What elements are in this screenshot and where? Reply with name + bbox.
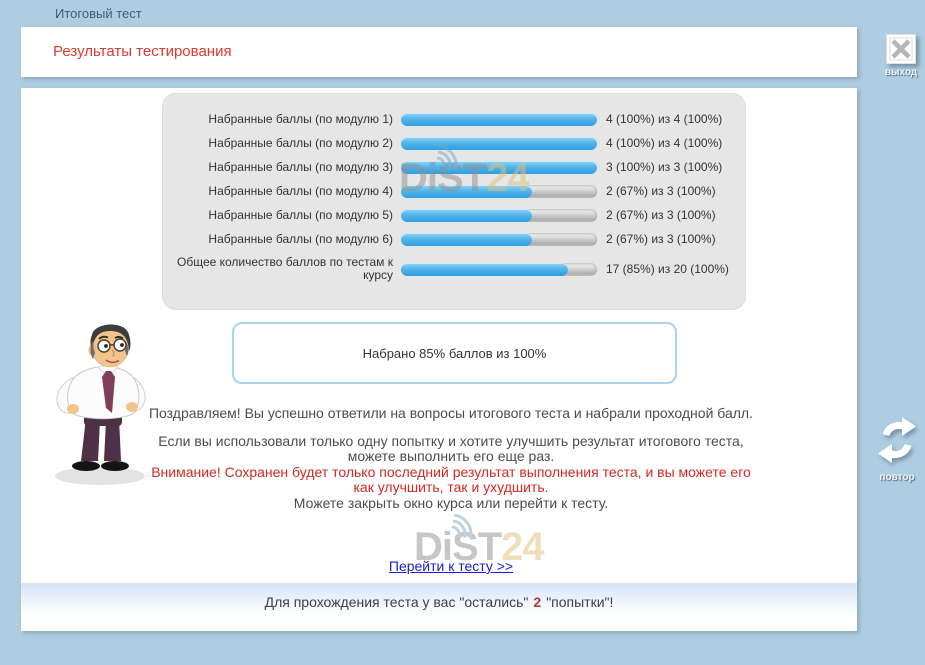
page-title: Результаты тестирования [53, 43, 232, 60]
repeat-button[interactable]: повтор [866, 416, 925, 483]
progress-bar-fill [401, 263, 568, 276]
warning-text: Внимание! Сохранен будет только последни… [141, 465, 761, 496]
result-row: Набранные баллы (по модулю 2) 4 (100%) из… [169, 136, 739, 150]
result-row: Набранные баллы (по модулю 4) 2 (67%) из … [169, 184, 739, 198]
result-row-value: 3 (100%) из 3 (100%) [606, 160, 722, 174]
progress-bar-fill [401, 185, 532, 198]
result-row-value: 4 (100%) из 4 (100%) [606, 136, 722, 150]
progress-bar-track [401, 137, 597, 150]
result-row-value: 2 (67%) из 3 (100%) [606, 232, 716, 246]
progress-bar-track [401, 185, 597, 198]
result-row-value: 2 (67%) из 3 (100%) [606, 208, 716, 222]
progress-bar-track [401, 209, 597, 222]
progress-bar-fill [401, 209, 532, 222]
result-row-label: Общее количество баллов по тестам к курс… [169, 256, 393, 282]
header-panel: Результаты тестирования [21, 27, 857, 77]
main-panel: Набранные баллы (по модулю 1) 4 (100%) из… [21, 88, 857, 631]
repeat-icon [873, 416, 921, 464]
progress-bar-fill [401, 161, 597, 174]
result-row-label: Набранные баллы (по модулю 4) [169, 185, 393, 198]
result-row: Набранные баллы (по модулю 6) 2 (67%) из … [169, 232, 739, 246]
congrats-text: Поздравляем! Вы успешно ответили на вопр… [141, 406, 761, 422]
result-messages: Поздравляем! Вы успешно ответили на вопр… [141, 406, 761, 511]
goto-test-link[interactable]: Перейти к тесту >> [389, 558, 513, 574]
result-row-value: 2 (67%) из 3 (100%) [606, 184, 716, 198]
close-icon [886, 34, 916, 64]
attempts-prefix: Для прохождения теста у вас "остались" [265, 594, 529, 610]
result-row: Набранные баллы (по модулю 3) 3 (100%) из… [169, 160, 739, 174]
retry-info-text: Если вы использовали только одну попытку… [141, 434, 761, 465]
progress-bar-track [401, 263, 597, 276]
results-rows: Набранные баллы (по модулю 1) 4 (100%) из… [169, 112, 739, 292]
closing-text: Можете закрыть окно курса или перейти к … [141, 496, 761, 512]
signal-waves-icon [444, 508, 486, 540]
result-row-label: Набранные баллы (по модулю 6) [169, 233, 393, 246]
result-row: Набранные баллы (по модулю 5) 2 (67%) из … [169, 208, 739, 222]
exit-button[interactable]: выход [870, 34, 925, 78]
link-row: Перейти к тесту >> [141, 558, 761, 576]
exit-button-label: выход [870, 67, 925, 78]
repeat-button-label: повтор [866, 472, 925, 483]
progress-bar-fill [401, 137, 597, 150]
window-title: Итоговый тест [55, 6, 142, 21]
progress-bar-track [401, 233, 597, 246]
attempts-suffix: "попытки"! [546, 594, 613, 610]
result-row-label: Набранные баллы (по модулю 3) [169, 161, 393, 174]
page: Итоговый тест Результаты тестирования вы… [0, 0, 925, 665]
progress-bar-track [401, 113, 597, 126]
progress-bar-fill [401, 233, 532, 246]
progress-bar-fill [401, 113, 597, 126]
result-row-value: 4 (100%) из 4 (100%) [606, 112, 722, 126]
attempts-bar: Для прохождения теста у вас "остались" 2… [21, 583, 857, 619]
attempts-count: 2 [533, 594, 541, 610]
result-row: Общее количество баллов по тестам к курс… [169, 256, 739, 282]
progress-bar-track [401, 161, 597, 174]
result-row-label: Набранные баллы (по модулю 1) [169, 113, 393, 126]
results-panel: Набранные баллы (по модулю 1) 4 (100%) из… [162, 93, 746, 310]
result-row-value: 17 (85%) из 20 (100%) [606, 262, 729, 276]
score-text: Набрано 85% баллов из 100% [363, 346, 547, 361]
score-box: Набрано 85% баллов из 100% [232, 322, 677, 384]
result-row: Набранные баллы (по модулю 1) 4 (100%) из… [169, 112, 739, 126]
result-row-label: Набранные баллы (по модулю 2) [169, 137, 393, 150]
result-row-label: Набранные баллы (по модулю 5) [169, 209, 393, 222]
